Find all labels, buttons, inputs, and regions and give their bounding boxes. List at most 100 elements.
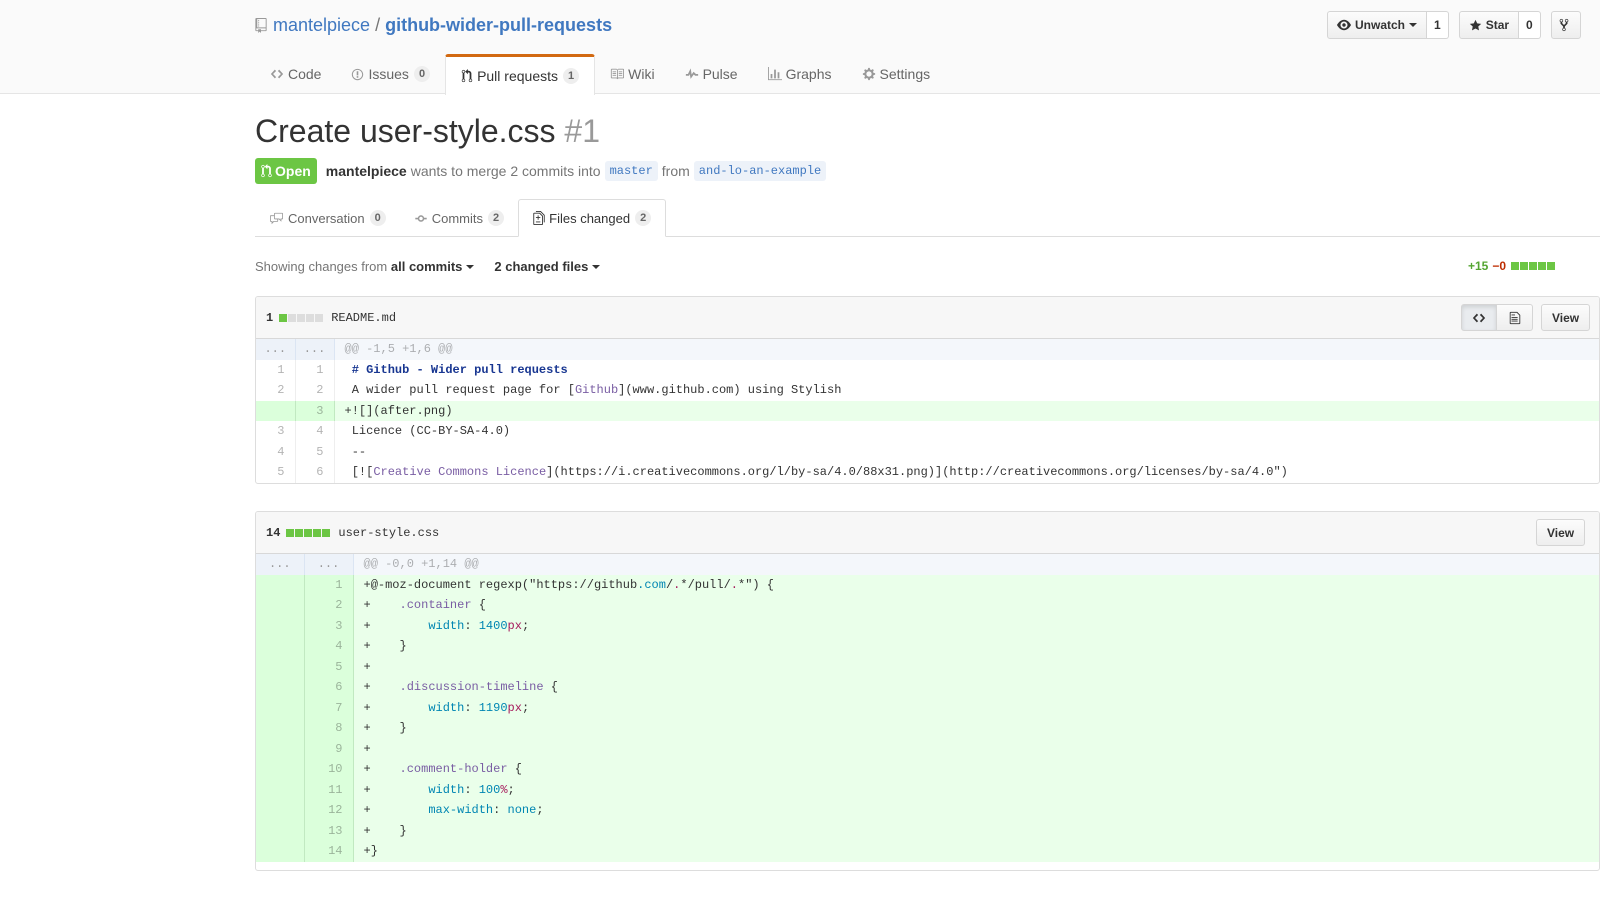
watch-group: Unwatch 1 [1327, 11, 1449, 39]
commits-counter: 2 [488, 210, 505, 226]
line-code: +![](after.png) [334, 400, 1599, 421]
repo-name-link[interactable]: github-wider-pull-requests [385, 13, 612, 37]
new-line-number[interactable]: 2 [295, 380, 335, 401]
old-line-number[interactable]: 2 [256, 380, 296, 401]
line-code: # Github - Wider pull requests [334, 360, 1599, 381]
view-file-button[interactable]: View [1541, 304, 1591, 331]
old-line-number[interactable]: 5 [256, 462, 296, 483]
old-line-number[interactable] [256, 656, 305, 677]
diffstat-block [279, 313, 288, 322]
line-code: + } [353, 820, 1599, 841]
old-line-number[interactable] [256, 677, 305, 698]
commits-selector[interactable]: all commits [391, 259, 475, 274]
old-line-number[interactable] [256, 718, 305, 739]
pr-number: #1 [564, 113, 601, 149]
pulse-icon [685, 68, 698, 79]
reponav-wiki[interactable]: Wiki [595, 54, 669, 94]
diff-line: 4 5 -- [256, 441, 1599, 462]
new-line-number[interactable]: 5 [304, 656, 354, 677]
line-code: +@-moz-document regexp("https://github.c… [353, 574, 1599, 595]
issues-counter: 0 [413, 66, 431, 82]
new-line-number[interactable]: 6 [295, 462, 335, 483]
view-file-button[interactable]: View [1536, 519, 1586, 546]
old-line-number[interactable] [256, 615, 305, 636]
chevron-down-icon [1409, 23, 1418, 27]
reponav-pull-requests[interactable]: Pull requests 1 [445, 54, 596, 95]
repo-owner-link[interactable]: mantelpiece [273, 13, 370, 37]
pr-state-label: Open [275, 162, 311, 179]
diff-table: ... ... @@ -1,5 +1,6 @@ 1 1 # Github - W… [256, 339, 1599, 483]
reponav-settings[interactable]: Settings [847, 54, 946, 94]
new-line-number[interactable]: 14 [304, 841, 354, 862]
new-line-number[interactable]: 9 [304, 738, 354, 759]
reponav-pulse[interactable]: Pulse [670, 54, 753, 94]
new-line-number[interactable]: 1 [295, 359, 335, 380]
base-branch-ref[interactable]: master [604, 160, 658, 181]
old-line-number[interactable]: 3 [256, 421, 296, 442]
reponav-issues[interactable]: Issues 0 [336, 54, 445, 94]
diff-line-added: 8 + } [256, 718, 1599, 739]
new-line-number[interactable]: 12 [304, 800, 354, 821]
diff-line: 5 6 [![Creative Commons Licence](https:/… [256, 462, 1599, 483]
expand-up-button[interactable]: ... [256, 554, 305, 575]
file-diff-readme: 1 README.md View ... ... @@ -1,5 +1,6 @@… [255, 296, 1600, 484]
tab-commits[interactable]: Commits 2 [400, 199, 518, 237]
old-line-number[interactable] [256, 400, 296, 421]
new-line-number[interactable]: 6 [304, 677, 354, 698]
reponav-pulse-label: Pulse [702, 66, 738, 82]
old-line-number[interactable] [256, 759, 305, 780]
source-view-button[interactable] [1461, 304, 1497, 331]
old-line-number[interactable] [256, 800, 305, 821]
file-actions: View [1461, 304, 1591, 331]
new-line-number[interactable]: 3 [304, 615, 354, 636]
diff-line-added: 1 +@-moz-document regexp("https://github… [256, 574, 1599, 595]
conversation-counter: 0 [369, 210, 386, 226]
file-name[interactable]: README.md [331, 311, 396, 325]
new-line-number[interactable]: 4 [304, 636, 354, 657]
star-button[interactable]: Star [1458, 11, 1520, 39]
old-line-number[interactable] [256, 779, 305, 800]
new-line-number[interactable]: 13 [304, 820, 354, 841]
old-line-number[interactable] [256, 636, 305, 657]
new-line-number[interactable]: 11 [304, 779, 354, 800]
old-line-number[interactable] [256, 738, 305, 759]
old-line-number[interactable] [256, 841, 305, 862]
reponav-graphs[interactable]: Graphs [753, 54, 847, 94]
rich-diff-button[interactable] [1497, 304, 1533, 331]
code-icon [1472, 313, 1486, 322]
tab-conversation[interactable]: Conversation 0 [255, 199, 400, 237]
diff-icon [533, 211, 545, 225]
file-name[interactable]: user-style.css [338, 526, 439, 540]
new-line-number[interactable]: 4 [295, 421, 335, 442]
reponav-settings-label: Settings [879, 66, 931, 82]
old-line-number[interactable]: 4 [256, 441, 296, 462]
pr-author-link[interactable]: mantelpiece [326, 163, 407, 179]
expand-down-button[interactable]: ... [295, 339, 335, 360]
unwatch-button[interactable]: Unwatch [1327, 11, 1428, 39]
reponav-code[interactable]: Code [255, 54, 336, 94]
new-line-number[interactable]: 8 [304, 718, 354, 739]
old-line-number[interactable] [256, 697, 305, 718]
new-line-number[interactable]: 2 [304, 595, 354, 616]
new-line-number[interactable]: 1 [304, 574, 354, 595]
watchers-count[interactable]: 1 [1427, 11, 1449, 39]
old-line-number[interactable]: 1 [256, 359, 296, 380]
new-line-number[interactable]: 3 [295, 400, 335, 421]
new-line-number[interactable]: 10 [304, 759, 354, 780]
expand-down-button[interactable]: ... [304, 554, 354, 575]
new-line-number[interactable]: 5 [295, 441, 335, 462]
new-line-number[interactable]: 7 [304, 697, 354, 718]
files-selector[interactable]: 2 changed files [494, 259, 601, 274]
fork-button[interactable] [1550, 11, 1581, 39]
old-line-number[interactable] [256, 820, 305, 841]
gear-icon [862, 67, 875, 81]
tab-files-changed[interactable]: Files changed 2 [518, 199, 667, 237]
diff-line-added: 2 + .container { [256, 595, 1599, 616]
expand-up-button[interactable]: ... [256, 339, 296, 360]
old-line-number[interactable] [256, 574, 305, 595]
diff-line-added: 5 + [256, 656, 1599, 677]
diffstat-block [315, 313, 324, 322]
stargazers-count[interactable]: 0 [1519, 11, 1541, 39]
head-branch-ref[interactable]: and-lo-an-example [693, 160, 827, 181]
old-line-number[interactable] [256, 595, 305, 616]
